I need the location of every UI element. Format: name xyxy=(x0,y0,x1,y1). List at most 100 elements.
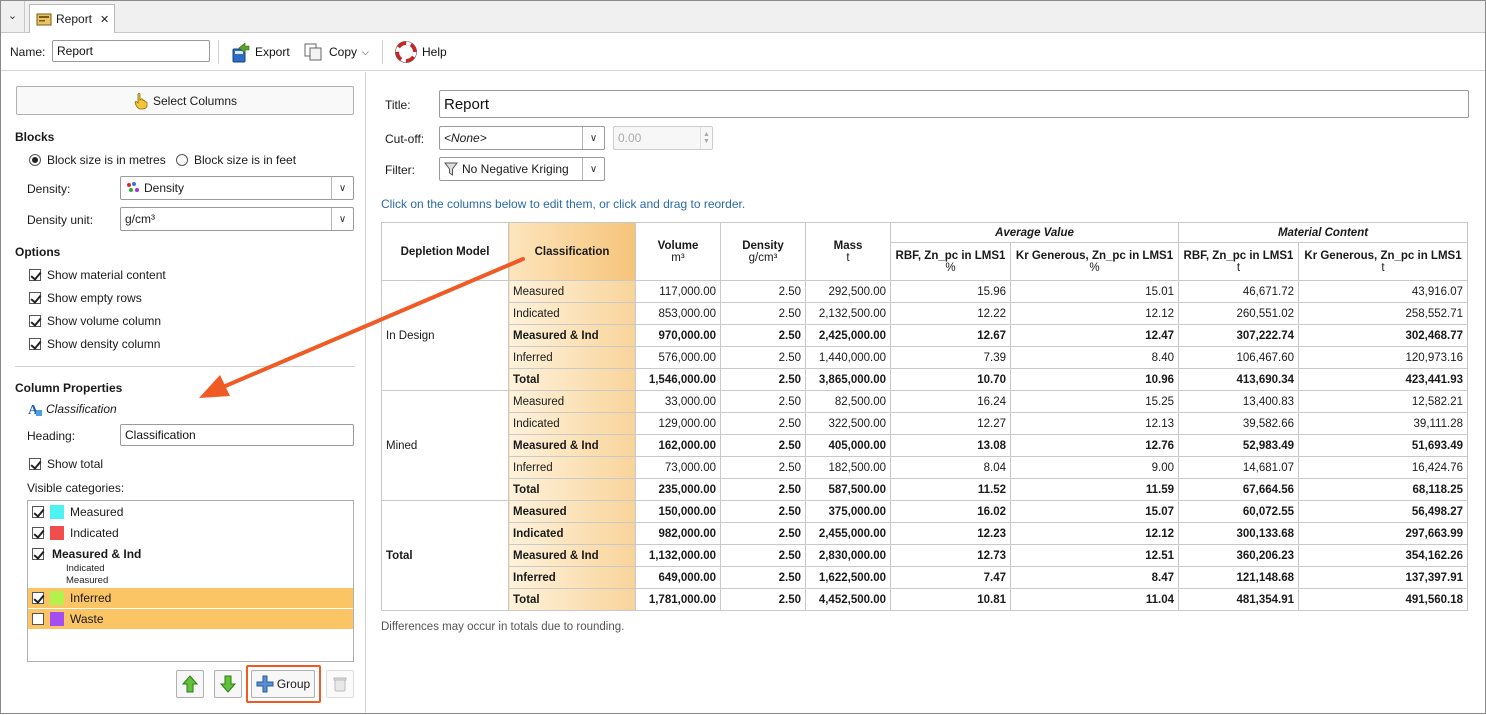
checkbox-box[interactable] xyxy=(29,269,41,281)
value-cell: 12.76 xyxy=(1010,434,1179,457)
checkbox-label: Show volume column xyxy=(47,314,162,328)
tab-menu-button[interactable]: ⌄ xyxy=(1,1,25,32)
checkbox-box[interactable] xyxy=(29,338,41,350)
column-header-rbf-mat[interactable]: RBF, Zn_pc in LMS1 t xyxy=(1178,242,1299,281)
table-row: Inferred 649,000.00 2.50 1,622,500.00 7.47 8.… xyxy=(382,566,1468,589)
list-item-group[interactable]: Measured & Ind xyxy=(28,544,353,564)
checkbox-box[interactable] xyxy=(32,613,44,625)
column-header-depletion-model[interactable]: Depletion Model xyxy=(381,222,509,281)
list-item[interactable]: Indicated xyxy=(28,523,353,543)
list-item[interactable]: Measured xyxy=(28,502,353,522)
value-cell: 56,498.27 xyxy=(1298,500,1468,523)
copy-button[interactable]: Copy ⌵ xyxy=(304,40,369,64)
value-cell: 12.51 xyxy=(1010,544,1179,567)
move-up-button[interactable] xyxy=(176,670,204,698)
value-cell: 2.50 xyxy=(720,566,806,589)
checkbox-box[interactable] xyxy=(29,458,41,470)
classification-cell: Total xyxy=(508,368,636,391)
value-cell: 12.23 xyxy=(890,522,1011,545)
value-cell: 9.00 xyxy=(1010,456,1179,479)
cutoff-number-input[interactable]: 0.00 ▲ ▼ xyxy=(613,126,713,150)
show-total-checkbox[interactable]: Show total xyxy=(29,457,103,471)
checkbox-box[interactable] xyxy=(32,527,44,539)
checkbox-label: Show material content xyxy=(47,268,166,282)
cutoff-select[interactable]: <None> ∨ xyxy=(439,126,605,150)
checkbox-box[interactable] xyxy=(29,315,41,327)
column-header-volume[interactable]: Volume m³ xyxy=(635,222,721,281)
category-label: Measured & Ind xyxy=(52,547,142,561)
radio-feet-label: Block size is in feet xyxy=(194,153,297,167)
value-cell: 2.50 xyxy=(720,390,806,413)
checkbox-box[interactable] xyxy=(32,592,44,604)
close-icon[interactable]: ✕ xyxy=(100,13,109,26)
chevron-down-icon[interactable]: ∨ xyxy=(582,158,604,180)
category-label: Indicated xyxy=(70,526,119,540)
column-header-kr-avg[interactable]: Kr Generous, Zn_pc in LMS1% xyxy=(1010,242,1179,281)
column-header-mass[interactable]: Mass t xyxy=(805,222,891,281)
cutoff-number-value: 0.00 xyxy=(618,131,642,145)
column-group-material-content[interactable]: Material Content xyxy=(1178,222,1468,243)
value-cell: 10.81 xyxy=(890,588,1011,611)
list-item[interactable]: Waste xyxy=(28,609,353,629)
options-heading: Options xyxy=(15,245,61,259)
value-cell: 3,865,000.00 xyxy=(805,368,891,391)
value-cell: 2.50 xyxy=(720,368,806,391)
heading-label: Heading: xyxy=(27,429,76,443)
value-cell: 2.50 xyxy=(720,588,806,611)
delete-button[interactable] xyxy=(326,670,354,698)
name-input[interactable] xyxy=(52,40,210,62)
value-cell: 2.50 xyxy=(720,544,806,567)
value-cell: 12.12 xyxy=(1010,522,1179,545)
visible-categories-list[interactable]: Measured Indicated Measured & Ind Indica… xyxy=(27,500,354,662)
column-group-average-value[interactable]: Average Value xyxy=(890,222,1179,243)
radio-metres-dot[interactable] xyxy=(29,154,41,166)
value-cell: 2.50 xyxy=(720,302,806,325)
tab-report[interactable]: Report ✕ xyxy=(29,4,115,33)
show-material-content-checkbox[interactable]: Show material content xyxy=(29,268,166,282)
show-empty-rows-checkbox[interactable]: Show empty rows xyxy=(29,291,142,305)
depletion-model-cell: Total xyxy=(381,500,509,611)
value-cell: 1,781,000.00 xyxy=(635,588,721,611)
checkbox-box[interactable] xyxy=(29,292,41,304)
value-cell: 73,000.00 xyxy=(635,456,721,479)
column-header-density[interactable]: Density g/cm³ xyxy=(720,222,806,281)
chevron-down-icon[interactable]: ∨ xyxy=(582,127,604,149)
table-row: Indicated 982,000.00 2.50 2,455,000.00 12.23… xyxy=(382,522,1468,545)
spinner-icon[interactable]: ▲ ▼ xyxy=(700,127,712,149)
value-cell: 10.96 xyxy=(1010,368,1179,391)
table-row: Mined Measured 33,000.00 2.50 82,500.00 16.24… xyxy=(381,390,1468,501)
value-cell: 413,690.34 xyxy=(1178,368,1299,391)
help-button[interactable]: Help xyxy=(395,40,447,64)
move-down-button[interactable] xyxy=(214,670,242,698)
chevron-down-icon[interactable]: ∨ xyxy=(331,177,353,199)
toolbar: Name: Export Copy ⌵ Help xyxy=(1,34,1485,71)
title-input[interactable] xyxy=(439,90,1469,118)
value-cell: 12.27 xyxy=(890,412,1011,435)
arrow-up-icon xyxy=(182,675,198,693)
chevron-down-icon[interactable]: ∨ xyxy=(331,208,353,230)
classification-icon: A xyxy=(28,403,42,417)
radio-feet[interactable]: Block size is in feet xyxy=(176,153,296,167)
report-table[interactable]: Depletion Model Classification Volume m³ … xyxy=(381,222,1468,611)
density-select[interactable]: Density ∨ xyxy=(120,176,354,200)
column-header-rbf-avg[interactable]: RBF, Zn_pc in LMS1% xyxy=(890,242,1011,281)
list-item[interactable]: Inferred xyxy=(28,588,353,608)
column-header-classification[interactable]: Classification xyxy=(508,222,636,281)
export-button[interactable]: Export xyxy=(230,40,290,64)
help-label: Help xyxy=(422,45,447,59)
select-columns-button[interactable]: Select Columns xyxy=(16,86,354,115)
show-volume-column-checkbox[interactable]: Show volume column xyxy=(29,314,161,328)
export-icon xyxy=(232,42,250,63)
hand-pointer-icon xyxy=(134,92,148,109)
checkbox-box[interactable] xyxy=(32,548,44,560)
density-unit-select[interactable]: g/cm³ ∨ xyxy=(120,207,354,231)
column-header-kr-mat[interactable]: Kr Generous, Zn_pc in LMS1 t xyxy=(1298,242,1468,281)
filter-select[interactable]: No Negative Kriging ∨ xyxy=(439,157,605,181)
report-window: ⌄ Report ✕ Name: Export Copy ⌵ Help Sel xyxy=(0,0,1486,714)
heading-input[interactable] xyxy=(120,424,354,446)
radio-feet-dot[interactable] xyxy=(176,154,188,166)
radio-metres[interactable]: Block size is in metres xyxy=(29,153,166,167)
show-density-column-checkbox[interactable]: Show density column xyxy=(29,337,160,351)
chevron-down-icon: ⌵ xyxy=(362,46,369,57)
checkbox-box[interactable] xyxy=(32,506,44,518)
